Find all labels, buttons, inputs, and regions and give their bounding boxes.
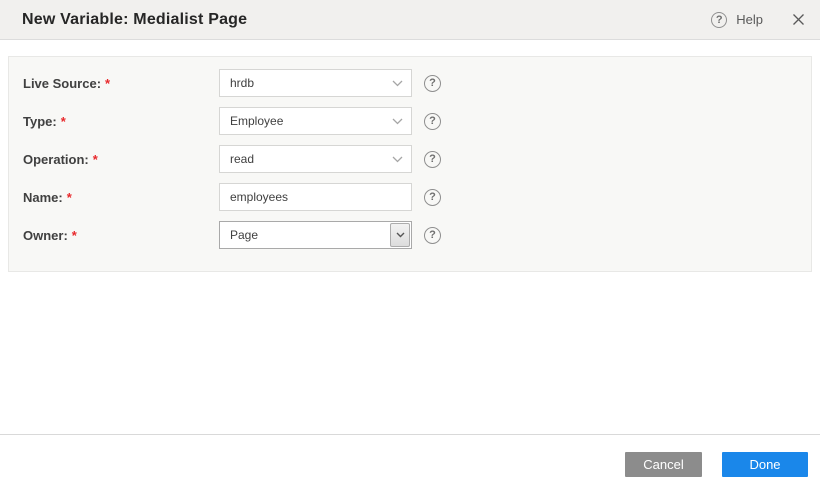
required-asterisk: * — [93, 152, 98, 167]
form-field-row-owner: Owner:* Page ? — [23, 221, 797, 249]
field-help-icon[interactable]: ? — [424, 151, 441, 168]
field-label: Owner:* — [23, 228, 219, 243]
name-input[interactable] — [219, 183, 412, 211]
owner-select[interactable]: Page — [219, 221, 412, 249]
required-asterisk: * — [61, 114, 66, 129]
required-asterisk: * — [72, 228, 77, 243]
type-dropdown[interactable]: Employee — [219, 107, 412, 135]
field-label: Type:* — [23, 114, 219, 129]
chevron-down-icon — [392, 80, 403, 87]
form-panel: Live Source:* hrdb ? Type:* Employee ? O… — [8, 56, 812, 272]
operation-dropdown[interactable]: read — [219, 145, 412, 173]
form-field-row-live-source: Live Source:* hrdb ? — [23, 69, 797, 97]
dropdown-value: hrdb — [230, 76, 254, 90]
field-help-icon[interactable]: ? — [424, 75, 441, 92]
footer-divider — [0, 434, 820, 435]
field-label: Operation:* — [23, 152, 219, 167]
header-actions: ? Help — [711, 12, 806, 28]
required-asterisk: * — [67, 190, 72, 205]
chevron-down-icon — [392, 156, 403, 163]
help-icon[interactable]: ? — [711, 12, 727, 28]
help-link[interactable]: Help — [736, 12, 763, 27]
field-help-icon[interactable]: ? — [424, 227, 441, 244]
field-label: Name:* — [23, 190, 219, 205]
required-asterisk: * — [105, 76, 110, 91]
close-icon[interactable] — [790, 12, 806, 28]
form-field-row-operation: Operation:* read ? — [23, 145, 797, 173]
field-label: Live Source:* — [23, 76, 219, 91]
select-value: Page — [230, 228, 390, 242]
dropdown-value: read — [230, 152, 254, 166]
dialog-title: New Variable: Medialist Page — [22, 11, 247, 29]
form-field-row-type: Type:* Employee ? — [23, 107, 797, 135]
dialog-header: New Variable: Medialist Page ? Help — [0, 0, 820, 40]
live-source-dropdown[interactable]: hrdb — [219, 69, 412, 97]
chevron-down-icon — [392, 118, 403, 125]
select-arrow-button[interactable] — [390, 223, 410, 247]
field-help-icon[interactable]: ? — [424, 189, 441, 206]
cancel-button[interactable]: Cancel — [625, 452, 702, 477]
done-button[interactable]: Done — [722, 452, 808, 477]
form-field-row-name: Name:* ? — [23, 183, 797, 211]
dropdown-value: Employee — [230, 114, 283, 128]
field-help-icon[interactable]: ? — [424, 113, 441, 130]
